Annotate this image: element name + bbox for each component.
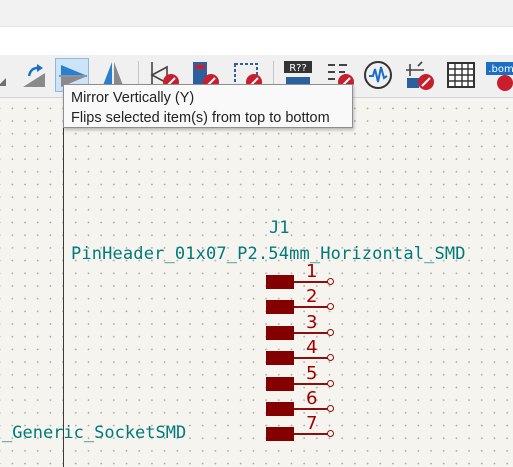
table-icon xyxy=(447,62,475,88)
tooltip-description: Flips selected item(s) from top to botto… xyxy=(71,110,330,126)
svg-text:.bom: .bom xyxy=(488,64,513,75)
pin-endpoint-icon[interactable] xyxy=(327,354,334,362)
tooltip-title: Mirror Vertically (Y) xyxy=(71,90,195,106)
pin-endpoint-icon[interactable] xyxy=(327,303,334,311)
pin-endpoint-icon[interactable] xyxy=(327,278,334,285)
pin-number: 2 xyxy=(306,286,318,308)
title-bar xyxy=(0,0,513,26)
pin-number: 6 xyxy=(306,388,318,409)
svg-text:R??: R?? xyxy=(289,63,307,74)
pin-endpoint-icon[interactable] xyxy=(327,430,334,438)
rotate-clockwise-icon xyxy=(23,64,45,87)
pin-7[interactable]: 7 xyxy=(266,413,346,442)
pin-pad xyxy=(266,300,294,315)
sheet-border-line xyxy=(63,98,64,467)
pin-number: 4 xyxy=(306,337,318,359)
bom-table-button[interactable] xyxy=(444,58,478,92)
pin-number: 7 xyxy=(306,413,318,435)
pin-number: 5 xyxy=(306,362,318,384)
bom-icon: .bom xyxy=(486,62,513,91)
tooltip: Mirror Vertically (Y) Flips selected ite… xyxy=(63,84,353,128)
assign-footprints-button[interactable] xyxy=(402,58,436,92)
simulator-icon xyxy=(364,61,392,89)
rotate-cw-button[interactable] xyxy=(17,58,51,92)
pin-pad xyxy=(266,351,294,366)
pin-number: 1 xyxy=(306,261,318,282)
pin-pad xyxy=(266,376,294,391)
footprint-assign-icon xyxy=(406,61,434,90)
other-symbol-value-field[interactable]: _Generic_SocketSMD xyxy=(2,423,186,443)
pin-endpoint-icon[interactable] xyxy=(327,405,334,412)
pin-pad xyxy=(266,427,294,442)
symbol-value-field[interactable]: PinHeader_01x07_P2.54mm_Horizontal_SMD xyxy=(71,244,466,264)
pin-number: 3 xyxy=(306,311,318,333)
bom-export-button[interactable]: .bom xyxy=(484,58,513,92)
pin-endpoint-icon[interactable] xyxy=(327,328,334,336)
pin-endpoint-icon[interactable] xyxy=(327,379,334,387)
pin-pad xyxy=(266,325,294,340)
reference-designator[interactable]: J1 xyxy=(269,218,289,238)
pin-pad xyxy=(266,275,294,289)
menu-area xyxy=(0,27,513,55)
pin-pad xyxy=(266,402,294,416)
simulator-button[interactable] xyxy=(361,58,395,92)
schematic-canvas[interactable]: J1 PinHeader_01x07_P2.54mm_Horizontal_SM… xyxy=(0,98,513,467)
